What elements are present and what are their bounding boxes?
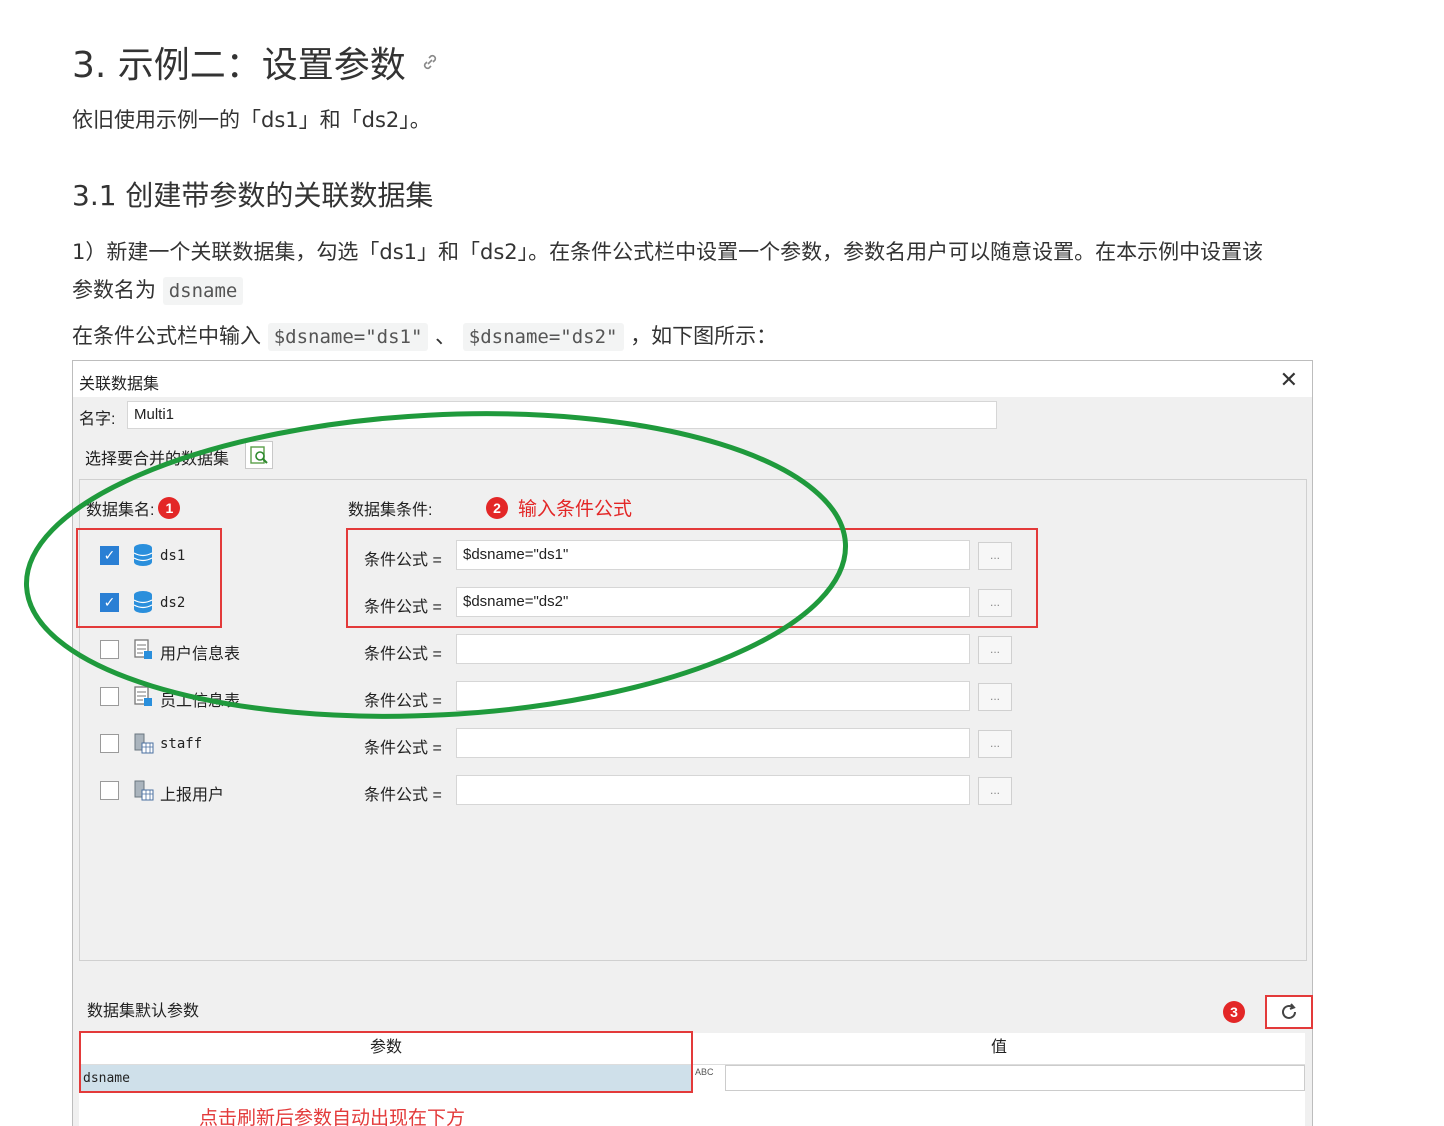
intro-text: 依旧使用示例一的「ds1」和「ds2」。 <box>72 108 431 132</box>
line3-suffix: ，如下图所示： <box>630 324 778 348</box>
dataset-checkbox[interactable] <box>100 734 119 753</box>
annotation-2: 2 输入条件公式 <box>486 494 632 521</box>
condition-input[interactable] <box>456 681 970 711</box>
default-params-label: 数据集默认参数 <box>87 1003 200 1020</box>
dialog-body: 名字: Multi1 选择要合并的数据集 数据集名: 1 数据集条件: 2 输入… <box>73 397 1313 1126</box>
dataset-condition-header: 数据集条件: <box>348 502 433 519</box>
step-badge-1: 1 <box>158 497 181 519</box>
formula-editor-button[interactable]: ... <box>978 730 1012 758</box>
param-code: dsname <box>162 277 244 305</box>
dialog-title: 关联数据集 <box>79 376 160 393</box>
line3-prefix: 在条件公式栏中输入 <box>72 324 261 348</box>
datasets-panel: 数据集名: 1 数据集条件: 2 输入条件公式 ✓ ds1 条件公式 = $ds… <box>76 479 1307 961</box>
step-badge-3: 3 <box>1223 1001 1245 1023</box>
step1-line3: 在条件公式栏中输入 $dsname="ds1" 、 $dsname="ds2" … <box>72 320 778 351</box>
formula-editor-button[interactable]: ... <box>978 636 1012 664</box>
link-icon[interactable] <box>420 52 440 72</box>
step-badge-2: 2 <box>486 496 508 519</box>
highlight-box-params <box>79 1031 693 1093</box>
annotation-2-text: 输入条件公式 <box>518 499 633 520</box>
dataset-name-header-text: 数据集名: <box>86 502 155 519</box>
dataset-row: staff 条件公式 = ... <box>80 726 1080 762</box>
condition-input[interactable] <box>456 634 970 664</box>
dataset-name: 用户信息表 <box>160 646 241 663</box>
name-input[interactable]: Multi1 <box>127 401 997 429</box>
step1-line1: 1）新建一个关联数据集，勾选「ds1」和「ds2」。在条件公式栏中设置一个参数，… <box>72 240 1264 264</box>
params-table: 参数 值 dsname ABC 点击刷新后参数自动出现在下方 <box>79 1031 1305 1126</box>
dataset-name: staff <box>160 736 203 752</box>
dialog-titlebar: 关联数据集 ✕ <box>73 361 1312 397</box>
annotation-3-text: 点击刷新后参数自动出现在下方 <box>199 1108 466 1126</box>
dataset-row: 用户信息表 条件公式 = ... <box>80 632 1080 668</box>
dataset-checkbox[interactable] <box>100 640 119 659</box>
server-table-icon <box>134 733 154 754</box>
formula-editor-button[interactable]: ... <box>978 683 1012 711</box>
formula-editor-button[interactable]: ... <box>978 777 1012 805</box>
select-datasets-label: 选择要合并的数据集 <box>85 451 230 468</box>
dataset-name-header: 数据集名: 1 <box>86 496 181 520</box>
name-label: 名字: <box>79 411 116 428</box>
condition-input[interactable] <box>456 728 970 758</box>
step1-line2-prefix: 参数名为 <box>72 278 156 302</box>
condition-label: 条件公式 = <box>364 646 442 663</box>
section-heading-text: 3. 示例二：设置参数 <box>72 45 406 86</box>
dataset-row: 员工信息表 条件公式 = ... <box>80 679 1080 715</box>
dataset-checkbox[interactable] <box>100 687 119 706</box>
server-table-icon <box>134 780 154 801</box>
condition-input[interactable] <box>456 775 970 805</box>
formula-code-2: $dsname="ds2" <box>462 323 624 351</box>
condition-label: 条件公式 = <box>364 787 442 804</box>
preview-search-icon[interactable] <box>245 441 273 469</box>
highlight-box-conditions <box>346 528 1038 628</box>
highlight-box-datasets <box>76 528 222 628</box>
table-doc-icon <box>134 686 152 706</box>
dataset-name: 员工信息表 <box>160 693 241 710</box>
formula-code-1: $dsname="ds1" <box>267 323 429 351</box>
refresh-button[interactable] <box>1265 995 1313 1029</box>
type-abc-icon[interactable]: ABC <box>695 1067 714 1077</box>
condition-label: 条件公式 = <box>364 693 442 710</box>
dataset-checkbox[interactable] <box>100 781 119 800</box>
close-icon[interactable]: ✕ <box>1280 367 1298 393</box>
value-column-header: 值 <box>693 1033 1305 1065</box>
dataset-row: 上报用户 条件公式 = ... <box>80 773 1080 809</box>
refresh-icon <box>1282 1003 1296 1019</box>
section-heading: 3. 示例二：设置参数 <box>72 36 440 88</box>
subsection-heading: 3.1 创建带参数的关联数据集 <box>72 179 434 212</box>
step1-line2: 参数名为 dsname <box>72 274 244 305</box>
separator: 、 <box>435 324 457 348</box>
related-dataset-dialog: 关联数据集 ✕ 名字: Multi1 选择要合并的数据集 数据集名: 1 数据集… <box>72 360 1313 1126</box>
dataset-name: 上报用户 <box>160 787 225 804</box>
table-doc-icon <box>134 639 152 659</box>
condition-label: 条件公式 = <box>364 740 442 757</box>
param-value-input[interactable] <box>725 1065 1305 1091</box>
